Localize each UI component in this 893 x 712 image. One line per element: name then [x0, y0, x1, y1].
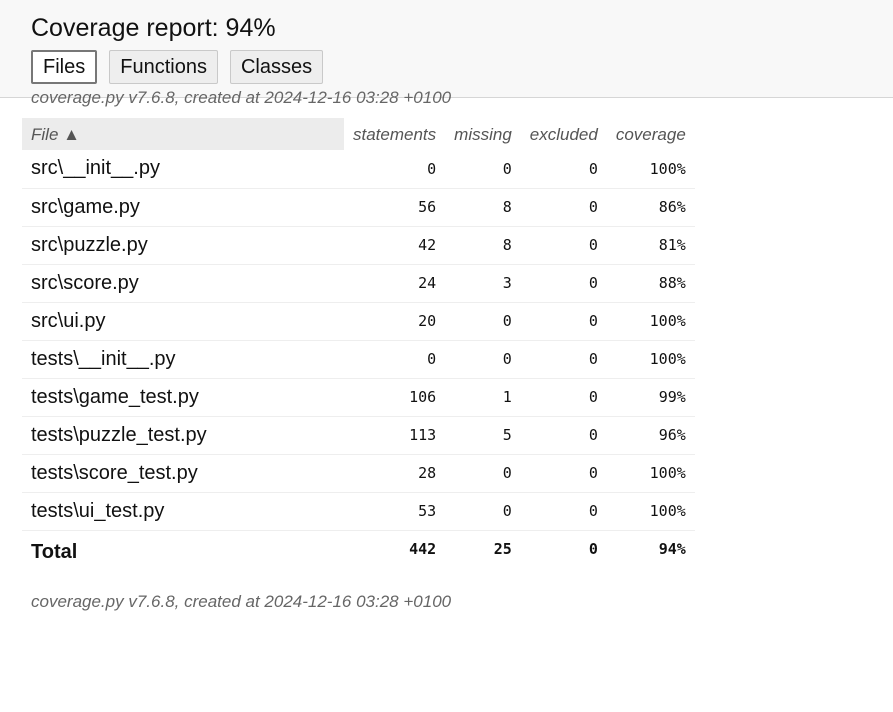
missing-cell: 3	[445, 264, 521, 303]
excluded-cell: 0	[520, 264, 607, 303]
tab-files[interactable]: Files	[31, 50, 98, 84]
file-link[interactable]: src\score.py	[22, 264, 344, 303]
excluded-cell: 0	[520, 416, 607, 455]
missing-cell: 8	[445, 226, 521, 265]
excluded-cell: 0	[520, 226, 607, 265]
table-row: tests\score_test.py 28 0 0 100%	[22, 454, 695, 493]
table-row: src\score.py 24 3 0 88%	[22, 264, 695, 303]
missing-cell: 0	[445, 492, 521, 531]
statements-cell: 28	[344, 454, 446, 493]
coverage-cell: 100%	[606, 492, 695, 531]
file-link[interactable]: src\puzzle.py	[22, 226, 344, 265]
file-link[interactable]: tests\score_test.py	[22, 454, 344, 493]
statements-cell: 20	[344, 302, 446, 341]
view-tabs: Files Functions Classes	[31, 50, 862, 84]
coverage-cell: 86%	[606, 188, 695, 227]
file-link[interactable]: tests\puzzle_test.py	[22, 416, 344, 455]
coverage-cell: 100%	[606, 340, 695, 379]
excluded-cell: 0	[520, 378, 607, 417]
file-link[interactable]: tests\__init__.py	[22, 340, 344, 379]
tab-functions[interactable]: Functions	[109, 50, 218, 84]
excluded-cell: 0	[520, 188, 607, 227]
report-main: File ▲ statements missing excluded cover…	[0, 98, 893, 612]
coverage-table: File ▲ statements missing excluded cover…	[22, 118, 695, 568]
statements-cell: 56	[344, 188, 446, 227]
report-header: Coverage report: 94% Files Functions Cla…	[0, 0, 893, 107]
statements-cell: 106	[344, 378, 446, 417]
total-statements: 442	[409, 540, 437, 559]
total-excluded: 0	[588, 540, 598, 559]
excluded-cell: 0	[520, 492, 607, 531]
excluded-cell: 0	[520, 340, 607, 379]
tab-classes[interactable]: Classes	[229, 50, 324, 84]
file-link[interactable]: tests\ui_test.py	[22, 492, 344, 531]
page-title: Coverage report: 94%	[31, 14, 276, 42]
coverage-cell: 100%	[606, 150, 695, 189]
missing-cell: 0	[445, 454, 521, 493]
total-missing: 25	[493, 540, 512, 559]
statements-cell: 0	[344, 340, 446, 379]
table-row: tests\game_test.py 106 1 0 99%	[22, 378, 695, 417]
column-header-file[interactable]: File ▲	[22, 118, 344, 150]
file-link[interactable]: src\__init__.py	[22, 150, 344, 189]
coverage-cell: 99%	[606, 378, 695, 417]
table-row: src\ui.py 20 0 0 100%	[22, 302, 695, 341]
table-row: src\__init__.py 0 0 0 100%	[22, 150, 695, 189]
column-header-coverage[interactable]: coverage	[607, 118, 695, 150]
coverage-cell: 81%	[606, 226, 695, 265]
table-row: src\puzzle.py 42 8 0 81%	[22, 226, 695, 265]
total-coverage: 94%	[658, 540, 686, 559]
table-row: tests\puzzle_test.py 113 5 0 96%	[22, 416, 695, 455]
column-header-excluded[interactable]: excluded	[521, 118, 607, 150]
missing-cell: 0	[445, 340, 521, 379]
excluded-cell: 0	[520, 302, 607, 341]
statements-cell: 53	[344, 492, 446, 531]
statements-cell: 113	[344, 416, 446, 455]
missing-cell: 1	[445, 378, 521, 417]
missing-cell: 8	[445, 188, 521, 227]
statements-cell: 0	[344, 150, 446, 189]
missing-cell: 5	[445, 416, 521, 455]
footer-meta: coverage.py v7.6.8, created at 2024-12-1…	[31, 592, 452, 611]
coverage-cell: 100%	[606, 302, 695, 341]
excluded-cell: 0	[520, 150, 607, 189]
column-header-statements[interactable]: statements	[344, 118, 445, 150]
coverage-cell: 96%	[606, 416, 695, 455]
statements-cell: 42	[344, 226, 446, 265]
excluded-cell: 0	[520, 454, 607, 493]
total-label: Total	[31, 540, 78, 563]
table-row: tests\ui_test.py 53 0 0 100%	[22, 492, 695, 531]
file-link[interactable]: src\ui.py	[22, 302, 344, 341]
file-link[interactable]: src\game.py	[22, 188, 344, 227]
coverage-cell: 88%	[606, 264, 695, 303]
table-row: src\game.py 56 8 0 86%	[22, 188, 695, 227]
missing-cell: 0	[445, 150, 521, 189]
table-row: tests\__init__.py 0 0 0 100%	[22, 340, 695, 379]
missing-cell: 0	[445, 302, 521, 341]
column-header-missing[interactable]: missing	[445, 118, 521, 150]
file-link[interactable]: tests\game_test.py	[22, 378, 344, 417]
statements-cell: 24	[344, 264, 446, 303]
table-header-row: File ▲ statements missing excluded cover…	[22, 118, 695, 150]
coverage-cell: 100%	[606, 454, 695, 493]
total-row: Total 442 25 0 94%	[22, 530, 695, 568]
